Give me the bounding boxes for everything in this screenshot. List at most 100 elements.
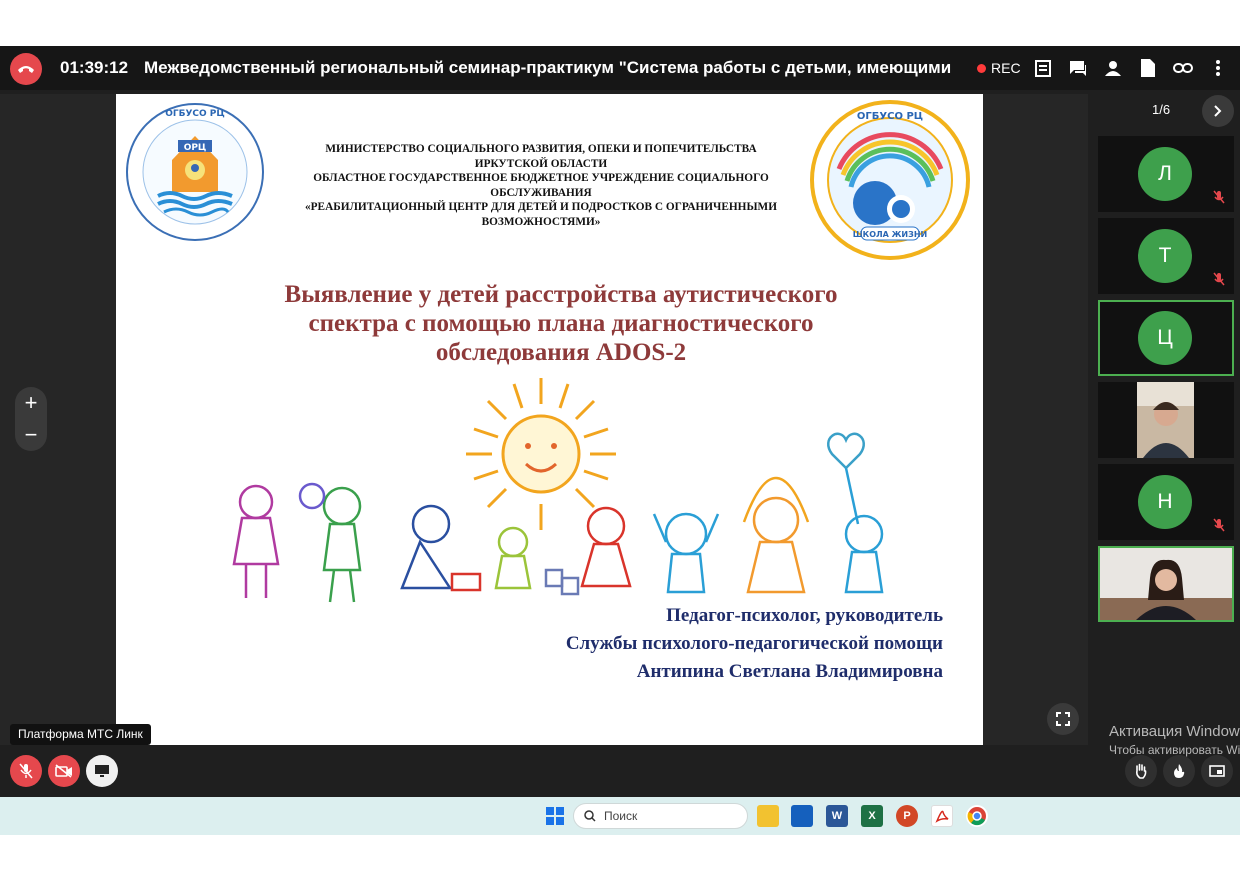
org-line: «РЕАБИЛИТАЦИОННЫЙ ЦЕНТР ДЛЯ ДЕТЕЙ И ПОДР… bbox=[305, 201, 777, 213]
file-icon bbox=[1141, 59, 1155, 77]
list-icon bbox=[1035, 60, 1051, 77]
organization-header: МИНИСТЕРСТВО СОЦИАЛЬНОГО РАЗВИТИЯ, ОПЕКИ… bbox=[286, 142, 796, 229]
recording-label: REC bbox=[991, 60, 1021, 76]
files-button[interactable] bbox=[1138, 58, 1158, 78]
participants-next-button[interactable] bbox=[1202, 95, 1234, 127]
reactions-button[interactable] bbox=[1163, 755, 1195, 787]
windows-activation-watermark: Активация Windows Чтобы активировать Win… bbox=[1109, 723, 1240, 757]
children-sun-illustration bbox=[232, 378, 884, 603]
author-line: Антипина Светлана Владимировна bbox=[636, 661, 943, 682]
author-line: Педагог-психолог, руководитель bbox=[666, 605, 943, 626]
search-icon bbox=[584, 810, 596, 822]
activation-title: Активация Windows bbox=[1109, 723, 1240, 740]
pdf-icon bbox=[935, 810, 949, 823]
title-line: спектра с помощью плана диагностического bbox=[308, 310, 814, 337]
excel-icon: X bbox=[868, 810, 876, 822]
platform-tooltip: Платформа МТС Линк bbox=[10, 724, 151, 745]
word-icon: W bbox=[831, 810, 843, 822]
chat-icon bbox=[1070, 61, 1086, 76]
zoom-out-button[interactable]: − bbox=[15, 419, 47, 451]
participant-tile[interactable]: Л bbox=[1098, 136, 1234, 212]
speaker-video bbox=[1100, 548, 1232, 620]
right-logo-center-text: ШКОЛА ЖИЗНИ bbox=[853, 230, 927, 239]
fire-icon bbox=[1174, 764, 1185, 778]
agenda-button[interactable] bbox=[1033, 58, 1053, 78]
recording-indicator: REC bbox=[977, 60, 1021, 76]
participant-tile[interactable]: Н bbox=[1098, 464, 1234, 540]
fullscreen-button[interactable] bbox=[1047, 703, 1079, 735]
chrome-button[interactable] bbox=[966, 805, 988, 827]
title-line: обследования ADOS-2 bbox=[435, 339, 687, 366]
link-icon bbox=[1173, 63, 1193, 73]
toggle-camera-button[interactable] bbox=[48, 755, 80, 787]
camera-off-icon bbox=[55, 764, 72, 778]
participant-tile-speaker[interactable] bbox=[1098, 546, 1234, 622]
chevron-right-icon bbox=[1214, 105, 1222, 117]
participant-tile-active[interactable]: Ц bbox=[1098, 300, 1234, 376]
layout-icon bbox=[1209, 765, 1225, 777]
left-logo-top-text: ОГБУСО РЦ bbox=[165, 109, 225, 119]
right-logo-top-text: ОГБУСО РЦ bbox=[857, 111, 923, 122]
windows-logo-icon bbox=[546, 807, 564, 825]
person-icon bbox=[1105, 61, 1121, 76]
search-placeholder: Поиск bbox=[604, 809, 638, 823]
slide-counter: 1/6 bbox=[1152, 102, 1171, 117]
avatar: Н bbox=[1138, 475, 1192, 529]
call-timer: 01:39:12 bbox=[60, 58, 129, 77]
chat-button[interactable] bbox=[1068, 58, 1088, 78]
hangup-icon bbox=[18, 66, 34, 73]
avatar: Ц bbox=[1138, 311, 1192, 365]
record-dot-icon bbox=[977, 63, 986, 73]
expand-icon bbox=[1056, 712, 1070, 726]
more-options-button[interactable] bbox=[1208, 58, 1228, 78]
org-line: ОБЛАСТНОЕ ГОСУДАРСТВЕННОЕ БЮДЖЕТНОЕ УЧРЕ… bbox=[313, 172, 769, 184]
slide-title: Выявление у детей расстройства аутистиче… bbox=[216, 280, 906, 367]
monitor-icon bbox=[95, 765, 109, 777]
store-button[interactable] bbox=[791, 805, 813, 827]
avatar: Т bbox=[1138, 229, 1192, 283]
powerpoint-icon: P bbox=[903, 810, 911, 822]
participant-tile[interactable]: Т bbox=[1098, 218, 1234, 294]
windows-taskbar: Поиск W X P bbox=[0, 797, 1240, 835]
org-line: ВОЗМОЖНОСТЯМИ» bbox=[481, 215, 601, 228]
more-vertical-icon bbox=[1216, 60, 1220, 76]
title-line: Выявление у детей расстройства аутистиче… bbox=[284, 281, 838, 308]
word-button[interactable]: W bbox=[826, 805, 848, 827]
end-call-button[interactable] bbox=[10, 53, 42, 85]
taskbar-search[interactable]: Поиск bbox=[573, 803, 748, 829]
minus-icon: − bbox=[24, 422, 38, 447]
meeting-window: 01:39:12 Межведомственный региональный с… bbox=[0, 46, 1240, 797]
org-line: МИНИСТЕРСТВО СОЦИАЛЬНОГО РАЗВИТИЯ, ОПЕКИ… bbox=[325, 143, 757, 155]
mic-off-icon bbox=[19, 763, 33, 779]
copy-link-button[interactable] bbox=[1173, 58, 1193, 78]
layout-button[interactable] bbox=[1201, 755, 1233, 787]
chrome-icon bbox=[967, 807, 986, 826]
pdf-reader-button[interactable] bbox=[931, 805, 953, 827]
mic-off-icon bbox=[1213, 272, 1225, 286]
hand-icon bbox=[1136, 763, 1147, 779]
author-line: Службы психолого-педагогической помощи bbox=[565, 633, 943, 654]
presentation-slide: ОГБУСО РЦ ОРЦ МИНИСТЕРСТВО СОЦИАЛЬНОГО Р… bbox=[116, 94, 983, 745]
mic-off-icon bbox=[1213, 190, 1225, 204]
plus-icon: + bbox=[24, 390, 38, 415]
participant-video bbox=[1137, 382, 1194, 458]
powerpoint-button[interactable]: P bbox=[896, 805, 918, 827]
start-button[interactable] bbox=[544, 805, 566, 827]
screen-share-button[interactable] bbox=[86, 755, 118, 787]
mic-off-icon bbox=[1213, 518, 1225, 532]
meeting-title: Межведомственный региональный семинар-пр… bbox=[144, 58, 956, 77]
toggle-microphone-button[interactable] bbox=[10, 755, 42, 787]
org-line: ОБСЛУЖИВАНИЯ bbox=[490, 186, 592, 199]
avatar: Л bbox=[1138, 147, 1192, 201]
participant-tile-video[interactable] bbox=[1098, 382, 1234, 458]
zoom-controls: + − bbox=[15, 387, 47, 451]
file-explorer-button[interactable] bbox=[757, 805, 779, 827]
left-logo-center-text: ОРЦ bbox=[184, 143, 207, 153]
excel-button[interactable]: X bbox=[861, 805, 883, 827]
participants-button[interactable] bbox=[1103, 58, 1123, 78]
raise-hand-button[interactable] bbox=[1125, 755, 1157, 787]
sun bbox=[466, 378, 616, 530]
zoom-in-button[interactable]: + bbox=[15, 387, 47, 419]
left-logo: ОГБУСО РЦ ОРЦ bbox=[126, 103, 264, 241]
right-logo: ОГБУСО РЦ ШКОЛА ЖИЗНИ bbox=[810, 100, 970, 260]
